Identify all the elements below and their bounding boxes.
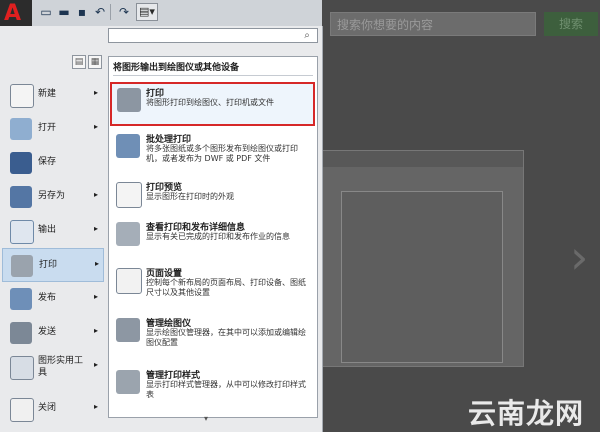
submenu-item-batch-plot[interactable]: 批处理打印 将多张图纸或多个图形发布到绘图仪或打印机，或者发布为 DWF 或 P…	[110, 128, 315, 172]
submenu-item-desc: 显示图形在打印时的外观	[146, 192, 234, 201]
left-menu-save-as[interactable]: 另存为 ▸	[2, 180, 104, 214]
open-folder-icon	[10, 118, 32, 140]
submenu-item-desc: 将多张图纸或多个图形发布到绘图仪或打印机，或者发布为 DWF 或 PDF 文件	[146, 144, 298, 163]
left-menu-new[interactable]: 新建 ▸	[2, 78, 104, 112]
background-document-preview	[322, 150, 524, 367]
close-icon	[10, 398, 34, 422]
left-menu-print[interactable]: 打印 ▸	[2, 248, 104, 282]
left-menu-publish[interactable]: 发布 ▸	[2, 282, 104, 316]
left-menu-label: 新建	[38, 89, 57, 99]
left-menu-label: 打开	[38, 123, 57, 133]
save-file-icon[interactable]: ▪	[74, 4, 90, 20]
submenu-item-desc: 显示绘图仪管理器，在其中可以添加或编辑绘图仪配置	[146, 328, 306, 347]
undo-icon[interactable]: ↶	[92, 4, 108, 20]
submenu-item-desc: 控制每个新布局的页面布局、打印设备、图纸尺寸以及其他设置	[146, 278, 306, 297]
left-menu-label: 打印	[39, 260, 58, 270]
publish-icon	[10, 288, 32, 310]
batch-plot-icon	[116, 134, 140, 158]
left-menu-label: 保存	[38, 157, 57, 167]
background-search-input: 搜索你想要的内容	[330, 12, 536, 36]
left-menu-drawing-utilities[interactable]: 图形实用工具 ▸	[2, 350, 104, 384]
redo-icon[interactable]: ↷	[116, 4, 132, 20]
left-menu-export[interactable]: 输出 ▸	[2, 214, 104, 248]
open-docs-icon[interactable]: ▦	[88, 55, 102, 69]
submenu-item-manage-plotters[interactable]: 管理绘图仪 显示绘图仪管理器，在其中可以添加或编辑绘图仪配置	[110, 312, 315, 358]
chevron-right-icon: ▸	[94, 224, 99, 233]
left-menu-label: 发送	[38, 327, 57, 337]
chevron-right-icon: ▸	[94, 292, 99, 301]
chevron-right-icon: ›	[570, 230, 589, 284]
save-as-icon	[10, 186, 32, 208]
submenu-divider	[113, 75, 313, 76]
left-menu-label: 输出	[38, 225, 57, 235]
print-icon	[11, 255, 33, 277]
send-icon	[10, 322, 32, 344]
chevron-right-icon: ▸	[94, 88, 99, 97]
drawing-utilities-icon	[10, 356, 34, 380]
submenu-item-page-setup[interactable]: 页面设置 控制每个新布局的页面布局、打印设备、图纸尺寸以及其他设置	[110, 262, 315, 308]
toolbar-divider	[110, 4, 111, 20]
submenu-item-desc: 将图形打印到绘图仪、打印机或文件	[146, 98, 274, 107]
plot-details-icon	[116, 222, 140, 246]
left-menu-send[interactable]: 发送 ▸	[2, 316, 104, 350]
plot-quick-button[interactable]: ▤▾	[136, 3, 158, 21]
chevron-right-icon: ▸	[95, 259, 100, 268]
background-search-button: 搜索	[544, 12, 598, 36]
export-icon	[10, 220, 34, 244]
left-menu-close[interactable]: 关闭 ▸	[2, 392, 104, 426]
printer-icon	[117, 88, 141, 112]
submenu-item-desc: 显示打印样式管理器，从中可以修改打印样式表	[146, 380, 306, 399]
chevron-right-icon: ▸	[94, 402, 99, 411]
left-menu-label: 图形实用工具	[38, 356, 84, 378]
autocad-logo-icon: A	[4, 1, 22, 26]
left-menu-label: 发布	[38, 293, 57, 303]
submenu-item-manage-plot-styles[interactable]: 管理打印样式 显示打印样式管理器，从中可以修改打印样式表	[110, 364, 315, 412]
chevron-right-icon: ▸	[94, 190, 99, 199]
new-file-icon[interactable]: ▭	[38, 4, 54, 20]
submenu-item-plot[interactable]: 打印 将图形打印到绘图仪、打印机或文件	[110, 82, 315, 126]
submenu-item-plot-preview[interactable]: 打印预览 显示图形在打印时的外观	[110, 176, 315, 216]
left-menu-open[interactable]: 打开 ▸	[2, 112, 104, 146]
submenu-item-desc: 显示有关已完成的打印和发布作业的信息	[146, 232, 290, 241]
chevron-right-icon: ▸	[94, 122, 99, 131]
scroll-down-icon[interactable]: ▾	[200, 414, 212, 423]
chevron-right-icon: ▸	[94, 360, 99, 369]
search-icon[interactable]: ⌕	[300, 29, 314, 42]
left-menu-save[interactable]: 保存	[2, 146, 104, 180]
chevron-right-icon: ▸	[94, 326, 99, 335]
left-menu-label: 关闭	[38, 403, 57, 413]
open-file-icon[interactable]: ▬	[56, 4, 72, 20]
watermark-text: 云南龙网	[468, 397, 585, 430]
new-icon	[10, 84, 34, 108]
manage-plotters-icon	[116, 318, 140, 342]
manage-plot-styles-icon	[116, 370, 140, 394]
left-menu-label: 另存为	[38, 191, 66, 201]
submenu-item-plot-details[interactable]: 查看打印和发布详细信息 显示有关已完成的打印和发布作业的信息	[110, 216, 315, 258]
menu-search-input[interactable]	[108, 28, 318, 43]
submenu-header: 将图形输出到绘图仪或其他设备	[113, 63, 240, 73]
recent-docs-icon[interactable]: ▤	[72, 55, 86, 69]
page-setup-icon	[116, 268, 142, 294]
plot-preview-icon	[116, 182, 142, 208]
save-icon	[10, 152, 32, 174]
